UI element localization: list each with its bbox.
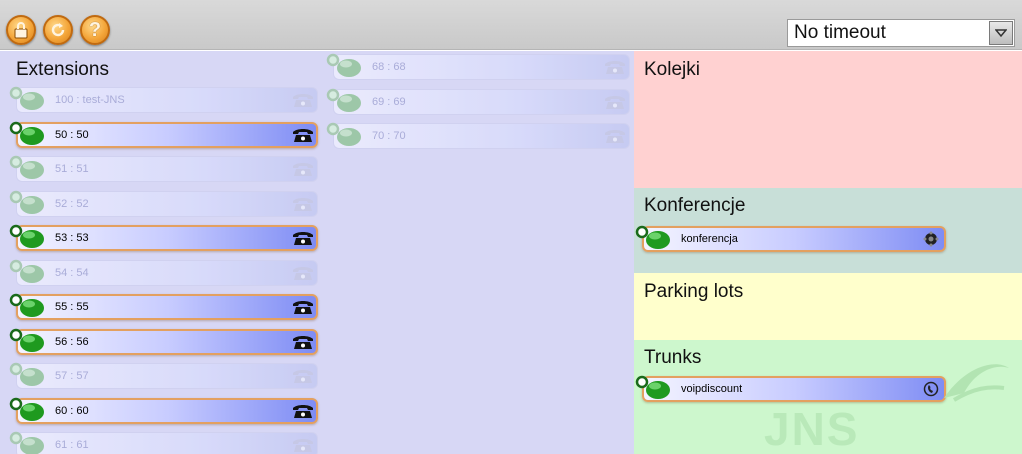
phone-icon (293, 232, 313, 245)
phone-icon (605, 61, 625, 74)
extension-row[interactable]: 51 : 51 (8, 155, 318, 184)
extension-row[interactable]: 100 : test-JNS (8, 86, 318, 115)
phone-icon (293, 404, 313, 418)
dropdown-arrow-button[interactable] (989, 21, 1013, 45)
extension-row[interactable]: 54 : 54 (8, 259, 318, 288)
offline-status-icon (326, 122, 361, 146)
extension-label: 61 : 61 (55, 439, 89, 451)
phone-icon (293, 197, 313, 211)
logo-swoosh-icon (944, 364, 1009, 402)
offline-status-icon (9, 86, 44, 110)
extension-label: 70 : 70 (372, 130, 406, 142)
offline-status-icon (9, 362, 44, 386)
extension-row[interactable]: 57 : 57 (8, 362, 318, 391)
online-status-icon (9, 224, 44, 248)
help-button[interactable]: ? (80, 15, 110, 45)
extension-label: 55 : 55 (55, 301, 89, 313)
extension-label: 56 : 56 (55, 335, 89, 348)
extension-label: 50 : 50 (55, 128, 89, 141)
extension-row[interactable]: 52 : 52 (8, 190, 318, 219)
extension-label: 52 : 52 (55, 197, 89, 210)
online-status-icon (9, 121, 44, 145)
trunks-panel: Trunks voipdiscount JNS (634, 340, 1022, 454)
phone-icon (293, 439, 313, 452)
extension-row[interactable]: 53 : 53 (8, 224, 318, 253)
chevron-down-icon (995, 29, 1007, 38)
offline-status-icon (9, 155, 44, 179)
parking-lots-panel: Parking lots (634, 273, 1022, 340)
extension-row[interactable]: 68 : 68 (325, 53, 630, 82)
extension-label: 53 : 53 (55, 232, 89, 244)
phone-icon (293, 301, 313, 314)
extension-row[interactable]: 56 : 56 (8, 328, 318, 357)
phone-icon (293, 94, 313, 107)
trunk-item[interactable]: voipdiscount (634, 375, 946, 404)
extension-label: 51 : 51 (55, 163, 89, 175)
toolbar: ? No timeout (0, 0, 1022, 50)
online-status-icon (635, 225, 670, 249)
timeout-select-value: No timeout (794, 22, 886, 43)
lock-icon (14, 22, 28, 39)
refresh-button[interactable] (43, 15, 73, 45)
phone-icon (293, 266, 313, 280)
conferences-panel: Konferencje konferencja (634, 188, 1022, 273)
lock-button[interactable] (6, 15, 36, 45)
extension-label: 69 : 69 (372, 95, 406, 108)
extensions-title: Extensions (16, 59, 109, 80)
parking-lots-title: Parking lots (644, 281, 744, 302)
offline-status-icon (326, 88, 361, 112)
jns-watermark: JNS (764, 403, 860, 454)
timeout-select[interactable]: No timeout (787, 19, 1015, 47)
online-status-icon (9, 397, 44, 421)
phone-icon (293, 163, 313, 176)
conference-item[interactable]: konferencja (634, 225, 946, 254)
extension-row[interactable]: 50 : 50 (8, 121, 318, 150)
extensions-panel: Extensions 100 : test-JNS 50 : 50 51 : 51 5… (0, 51, 634, 454)
queues-panel: Kolejki (634, 51, 1022, 188)
extension-row[interactable]: 61 : 61 (8, 431, 318, 454)
phone-icon (605, 95, 625, 109)
online-status-icon (635, 375, 670, 399)
help-icon: ? (88, 18, 102, 41)
offline-status-icon (9, 259, 44, 283)
extension-row[interactable]: 69 : 69 (325, 88, 630, 117)
extension-row[interactable]: 60 : 60 (8, 397, 318, 426)
phone-icon (293, 128, 313, 142)
conferences-title: Konferencje (644, 195, 746, 216)
offline-status-icon (326, 53, 361, 77)
extension-label: 60 : 60 (55, 404, 89, 417)
conference-icon (923, 231, 939, 247)
offline-status-icon (9, 190, 44, 214)
extension-label: 68 : 68 (372, 61, 406, 73)
conference-item-label: konferencja (681, 233, 738, 245)
extension-label: 54 : 54 (55, 266, 89, 279)
phone-icon (293, 370, 313, 383)
trunks-title: Trunks (644, 347, 702, 368)
online-status-icon (9, 328, 44, 352)
extension-label: 100 : test-JNS (55, 94, 125, 106)
queues-title: Kolejki (644, 59, 700, 80)
trunk-item-label: voipdiscount (681, 383, 743, 395)
extension-row[interactable]: 55 : 55 (8, 293, 318, 322)
extension-label: 57 : 57 (55, 370, 89, 382)
extension-row[interactable]: 70 : 70 (325, 122, 630, 151)
phone-icon (605, 130, 625, 143)
phone-icon (293, 335, 313, 349)
offline-status-icon (9, 431, 44, 454)
online-status-icon (9, 293, 44, 317)
refresh-icon (51, 23, 65, 37)
